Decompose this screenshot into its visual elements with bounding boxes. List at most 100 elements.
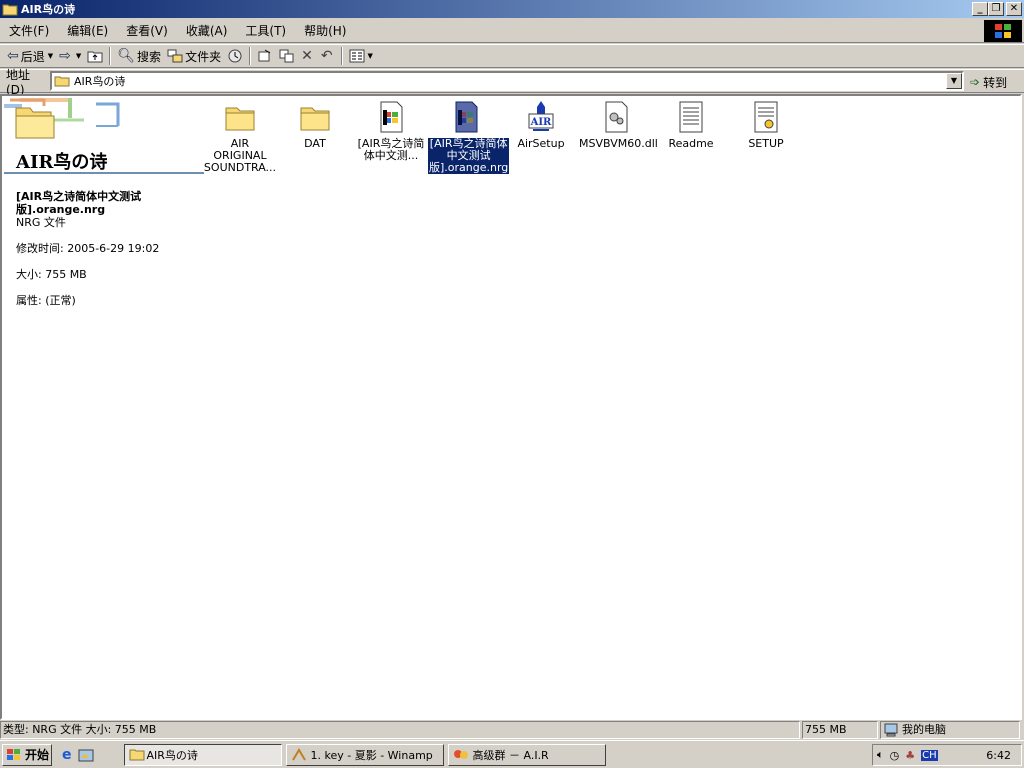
up-folder-icon — [87, 51, 103, 63]
go-button[interactable]: ➩ 转到 — [970, 72, 1007, 92]
views-button[interactable]: ▼ — [346, 45, 376, 67]
taskbar-button-winamp[interactable]: 1. key - 夏影 - Winamp — [285, 743, 444, 766]
folder-icon — [129, 749, 144, 761]
toolbar-separator — [340, 47, 343, 65]
search-label: 搜索 — [137, 49, 162, 64]
status-zone-label: 我的电脑 — [902, 723, 946, 736]
minimize-button[interactable]: _ — [972, 2, 988, 16]
file-details: [AIR鸟之诗简体中文测试版].orange.nrg NRG 文件 修改时间: … — [16, 190, 196, 320]
svg-text:AIR: AIR — [530, 117, 552, 128]
back-arrow-icon: ⇦ — [7, 48, 19, 64]
menu-help[interactable]: 帮助(H) — [295, 21, 355, 41]
text-document-icon — [679, 101, 703, 133]
file-item[interactable]: DAT — [277, 100, 353, 150]
undo-icon: ↶ — [320, 48, 333, 64]
taskbar-button-explorer[interactable]: AIR鸟の诗 — [123, 743, 282, 766]
file-item[interactable]: Readme — [653, 100, 729, 150]
address-bar: 地址(D) AIR鸟の诗 ▼ ➩ 转到 — [0, 68, 1024, 97]
folder-icon — [2, 4, 18, 16]
folder-icon — [54, 76, 70, 87]
menu-edit[interactable]: 编辑(E) — [58, 21, 117, 41]
forward-button[interactable]: ⇨ ▼ — [56, 45, 84, 67]
file-item-selected[interactable]: [AIR鸟之诗简体中文测试版].orange.nrg — [426, 100, 511, 175]
file-label: [AIR鸟之诗简体中文测试版].orange.nrg — [426, 137, 511, 175]
copy-to-icon — [279, 49, 294, 63]
folders-button[interactable]: 文件夹 — [164, 45, 224, 67]
history-button[interactable] — [224, 45, 246, 67]
views-icon — [349, 49, 365, 63]
language-indicator[interactable]: CH — [921, 749, 938, 761]
chevron-down-icon[interactable]: ▼ — [76, 52, 81, 60]
setup-app-icon: AIR — [528, 101, 554, 131]
delete-button[interactable]: ✕ — [298, 45, 318, 67]
delete-icon: ✕ — [301, 48, 313, 64]
move-to-button[interactable] — [254, 45, 276, 67]
taskbar-button-label: AIR鸟の诗 — [146, 748, 198, 762]
chevron-down-icon[interactable]: ▼ — [48, 52, 53, 60]
file-label: [AIR鸟之诗简体中文测... — [357, 137, 425, 162]
quick-launch: e — [62, 747, 94, 763]
address-label: 地址(D) — [6, 67, 31, 97]
selected-file-name: [AIR鸟之诗简体中文测试版].orange.nrg — [16, 190, 142, 216]
go-arrow-icon: ➩ — [970, 75, 981, 89]
file-item[interactable]: SETUP — [728, 100, 804, 150]
file-item[interactable]: MSVBVM60.dll — [578, 100, 658, 150]
dll-icon — [605, 101, 628, 133]
back-button[interactable]: ⇦ 后退 ▼ — [4, 45, 56, 67]
up-folder-button[interactable] — [84, 45, 106, 67]
toolbar-separator — [109, 47, 112, 65]
menu-tools[interactable]: 工具(T) — [236, 21, 295, 41]
menu-file[interactable]: 文件(F) — [0, 21, 58, 41]
back-label: 后退 — [20, 49, 45, 64]
copy-to-button[interactable] — [276, 45, 298, 67]
search-button[interactable]: 🔍︎ 搜索 — [114, 45, 164, 67]
history-icon — [228, 49, 242, 63]
taskbar-button-label: 1. key - 夏影 - Winamp — [310, 748, 433, 762]
folder-view[interactable]: AIR鸟の诗 [AIR鸟之诗简体中文测试版].orange.nrg NRG 文件… — [0, 94, 1022, 720]
tray-app-icon[interactable]: ♣ — [905, 749, 915, 762]
window-title: AIR鸟の诗 — [21, 3, 76, 16]
volume-icon[interactable]: 🔈︎ — [877, 748, 884, 762]
setup-ini-icon — [754, 101, 778, 133]
forward-arrow-icon: ⇨ — [59, 48, 71, 64]
folders-icon — [167, 49, 183, 63]
chat-group-icon — [453, 749, 468, 759]
start-button[interactable]: 开始 — [2, 743, 52, 766]
status-zone: 我的电脑 — [880, 721, 1020, 739]
file-item[interactable]: AIR ORIGINAL SOUNDTRA... — [202, 100, 278, 174]
undo-button[interactable]: ↶ — [318, 45, 338, 67]
internet-explorer-icon[interactable]: e — [62, 747, 72, 763]
panel-divider — [4, 172, 204, 174]
file-label: MSVBVM60.dll — [579, 137, 658, 150]
close-button[interactable]: ✕ — [1006, 2, 1022, 16]
my-computer-icon — [884, 723, 898, 737]
web-view-panel: AIR鸟の诗 [AIR鸟之诗简体中文测试版].orange.nrg NRG 文件… — [4, 98, 204, 307]
taskbar-button-chat[interactable]: 高级群 － A.I.R — [447, 743, 606, 766]
file-label: AIR ORIGINAL SOUNDTRA... — [203, 137, 277, 174]
file-item[interactable]: [AIR鸟之诗简体中文测... — [353, 100, 429, 162]
menu-favorites[interactable]: 收藏(A) — [177, 21, 237, 41]
clock-icon[interactable]: ◷ — [890, 749, 900, 762]
title-bar[interactable]: AIR鸟の诗 _ ❐ ✕ — [0, 0, 1024, 18]
address-input[interactable]: AIR鸟の诗 ▼ — [50, 71, 964, 91]
file-item[interactable]: AIR AirSetup — [503, 100, 579, 150]
address-dropdown-button[interactable]: ▼ — [946, 73, 962, 89]
windows-logo-icon — [7, 748, 20, 760]
go-label: 转到 — [983, 75, 1008, 90]
selected-file-size: 大小: 755 MB — [16, 268, 87, 281]
file-label: DAT — [304, 137, 326, 150]
show-desktop-icon[interactable] — [78, 747, 94, 763]
status-size: 755 MB — [802, 721, 878, 739]
toolbar: ⇦ 后退 ▼ ⇨ ▼ 🔍︎ 搜索 文件夹 ✕ ↶ ▼ — [0, 44, 1024, 68]
menu-view[interactable]: 查看(V) — [117, 21, 177, 41]
file-label: SETUP — [748, 137, 784, 150]
selected-file-attributes: 属性: (正常) — [16, 294, 76, 307]
restore-button[interactable]: ❐ — [988, 2, 1004, 16]
selected-file-modified: 修改时间: 2005-6-29 19:02 — [16, 242, 160, 255]
taskbar: 开始 e AIR鸟の诗 1. key - 夏影 - Winamp 高级群 － A… — [0, 740, 1024, 768]
file-label: Readme — [668, 137, 714, 150]
clock[interactable]: 6:42 — [986, 749, 1011, 762]
chevron-down-icon[interactable]: ▼ — [368, 52, 373, 60]
move-to-icon — [258, 49, 271, 62]
selected-file-type: NRG 文件 — [16, 216, 66, 229]
